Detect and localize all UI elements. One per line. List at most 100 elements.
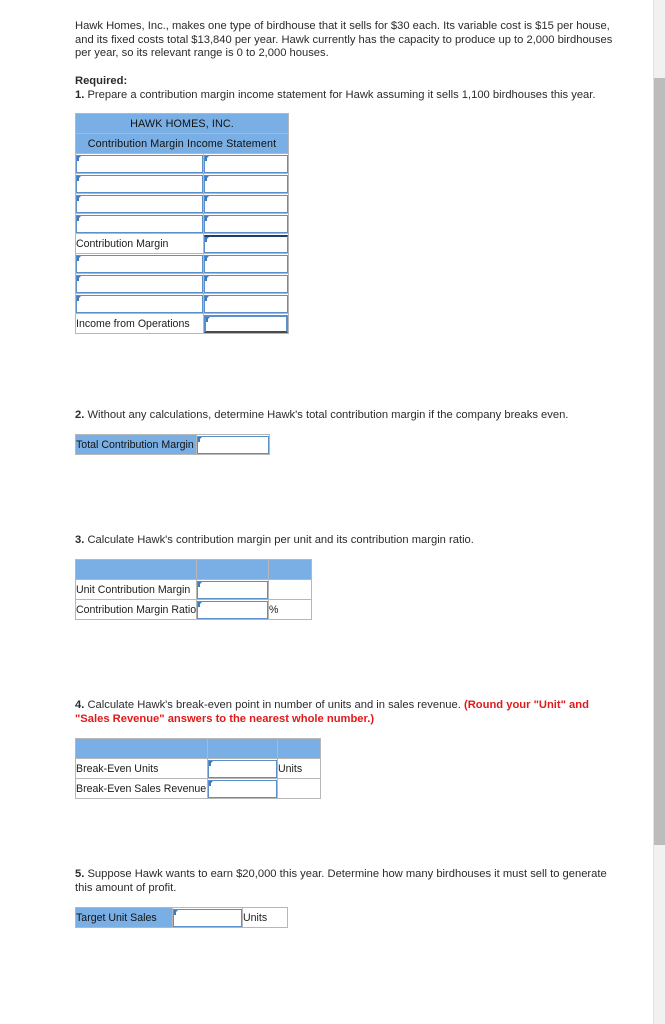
q4-header-cell-3 <box>277 738 321 759</box>
table-row: Contribution Margin Ratio % <box>75 599 312 620</box>
contribution-margin-ratio-suffix: % <box>268 599 312 620</box>
statement-title-cell: Contribution Margin Income Statement <box>75 133 289 154</box>
is-row-8-label-input-cell[interactable] <box>75 293 204 314</box>
target-unit-sales-value-cell[interactable] <box>172 907 243 928</box>
question-1-number: 1. <box>75 89 85 101</box>
total-contribution-margin-value-cell[interactable] <box>196 434 270 455</box>
question-4-number: 4. <box>75 699 85 711</box>
table-row: Break-Even Units Units <box>75 758 321 779</box>
question-3-number: 3. <box>75 534 85 546</box>
is-row-2-label-input[interactable] <box>76 174 203 193</box>
income-from-operations-value-input[interactable] <box>204 314 288 333</box>
is-row-8-label-input[interactable] <box>76 294 203 313</box>
vertical-scrollbar[interactable] <box>653 0 665 1024</box>
target-unit-sales-table: Target Unit Sales Units <box>75 907 288 928</box>
unit-contribution-margin-value-cell[interactable] <box>196 579 269 600</box>
contribution-margin-label: Contribution Margin <box>75 233 204 254</box>
is-row-4-label-input-cell[interactable] <box>75 213 204 234</box>
question-5-number: 5. <box>75 868 85 880</box>
table-row <box>75 253 289 274</box>
contribution-margin-ratio-input[interactable] <box>197 600 268 619</box>
table-row: Break-Even Sales Revenue <box>75 778 321 799</box>
worksheet-page: Hawk Homes, Inc., makes one type of bird… <box>0 0 653 1024</box>
is-row-2-label-input-cell[interactable] <box>75 173 204 194</box>
table-row <box>75 153 289 174</box>
break-even-sales-revenue-label: Break-Even Sales Revenue <box>75 778 208 799</box>
table-row-contribution-margin: Contribution Margin <box>75 233 289 254</box>
is-row-7-value-input-cell[interactable] <box>203 273 289 294</box>
required-label: Required: <box>75 74 128 87</box>
is-row-8-value-input[interactable] <box>204 294 288 313</box>
company-title-cell: HAWK HOMES, INC. <box>75 113 289 134</box>
is-row-6-value-input[interactable] <box>204 254 288 273</box>
break-even-sales-revenue-suffix <box>277 778 321 799</box>
is-row-7-value-input[interactable] <box>204 274 288 293</box>
target-unit-sales-input[interactable] <box>173 908 242 927</box>
table-header-row <box>75 738 321 759</box>
table-row: Target Unit Sales Units <box>75 907 288 928</box>
break-even-table: Break-Even Units Units Break-Even Sales … <box>75 738 321 799</box>
break-even-units-input[interactable] <box>208 759 277 778</box>
is-row-2-value-input[interactable] <box>204 174 288 193</box>
is-row-6-label-input[interactable] <box>76 254 203 273</box>
q3-header-cell-3 <box>268 559 312 580</box>
break-even-sales-revenue-value-cell[interactable] <box>207 778 278 799</box>
question-2-body: Without any calculations, determine Hawk… <box>87 409 569 421</box>
total-contribution-margin-label: Total Contribution Margin <box>75 434 197 455</box>
table-row-income-from-operations: Income from Operations <box>75 313 289 334</box>
break-even-units-label: Break-Even Units <box>75 758 208 779</box>
is-row-7-label-input[interactable] <box>76 274 203 293</box>
contribution-margin-value-cell[interactable] <box>203 233 289 254</box>
total-contribution-margin-input[interactable] <box>197 435 269 454</box>
is-row-3-label-input-cell[interactable] <box>75 193 204 214</box>
break-even-units-suffix: Units <box>277 758 321 779</box>
is-row-2-value-input-cell[interactable] <box>203 173 289 194</box>
unit-contribution-margin-input[interactable] <box>197 580 268 599</box>
is-row-3-value-input-cell[interactable] <box>203 193 289 214</box>
target-unit-sales-label: Target Unit Sales <box>75 907 173 928</box>
is-row-1-value-input-cell[interactable] <box>203 153 289 174</box>
q4-header-cell-2 <box>207 738 278 759</box>
question-5-body: Suppose Hawk wants to earn $20,000 this … <box>75 868 607 894</box>
scrollbar-thumb[interactable] <box>654 78 665 845</box>
q3-header-cell-1 <box>75 559 197 580</box>
worksheet-content: Hawk Homes, Inc., makes one type of bird… <box>0 0 653 948</box>
is-row-6-label-input-cell[interactable] <box>75 253 204 274</box>
contribution-margin-income-statement-table: HAWK HOMES, INC. Contribution Margin Inc… <box>75 113 289 334</box>
table-row: Unit Contribution Margin <box>75 579 312 600</box>
is-row-7-label-input-cell[interactable] <box>75 273 204 294</box>
table-row <box>75 193 289 214</box>
is-row-1-label-input[interactable] <box>76 154 203 173</box>
break-even-units-value-cell[interactable] <box>207 758 278 779</box>
is-row-1-value-input[interactable] <box>204 154 288 173</box>
contribution-margin-value-input[interactable] <box>204 234 288 253</box>
table-row <box>75 273 289 294</box>
question-3-text: 3. Calculate Hawk's contribution margin … <box>75 533 613 547</box>
question-1-body: Prepare a contribution margin income sta… <box>87 89 596 101</box>
is-row-4-label-input[interactable] <box>76 214 203 233</box>
is-row-6-value-input-cell[interactable] <box>203 253 289 274</box>
table-row: Total Contribution Margin <box>75 434 270 455</box>
target-unit-sales-suffix: Units <box>242 907 288 928</box>
is-row-8-value-input-cell[interactable] <box>203 293 289 314</box>
problem-intro: Hawk Homes, Inc., makes one type of bird… <box>75 20 613 59</box>
is-row-1-label-input-cell[interactable] <box>75 153 204 174</box>
question-1-text: 1. Prepare a contribution margin income … <box>75 88 613 102</box>
contribution-margin-ratio-label: Contribution Margin Ratio <box>75 599 197 620</box>
is-row-4-value-input[interactable] <box>204 214 288 233</box>
question-4-text: 4. Calculate Hawk's break-even point in … <box>75 698 613 726</box>
break-even-sales-revenue-input[interactable] <box>208 779 277 798</box>
is-row-4-value-input-cell[interactable] <box>203 213 289 234</box>
income-from-operations-value-cell[interactable] <box>203 313 289 334</box>
question-4-body: Calculate Hawk's break-even point in num… <box>87 699 464 711</box>
is-row-3-value-input[interactable] <box>204 194 288 213</box>
table-row-statement-title: Contribution Margin Income Statement <box>75 133 289 154</box>
total-contribution-margin-table: Total Contribution Margin <box>75 434 270 455</box>
contribution-margin-ratio-value-cell[interactable] <box>196 599 269 620</box>
question-2-text: 2. Without any calculations, determine H… <box>75 408 613 422</box>
question-5-text: 5. Suppose Hawk wants to earn $20,000 th… <box>75 867 613 895</box>
unit-contribution-margin-suffix <box>268 579 312 600</box>
is-row-3-label-input[interactable] <box>76 194 203 213</box>
